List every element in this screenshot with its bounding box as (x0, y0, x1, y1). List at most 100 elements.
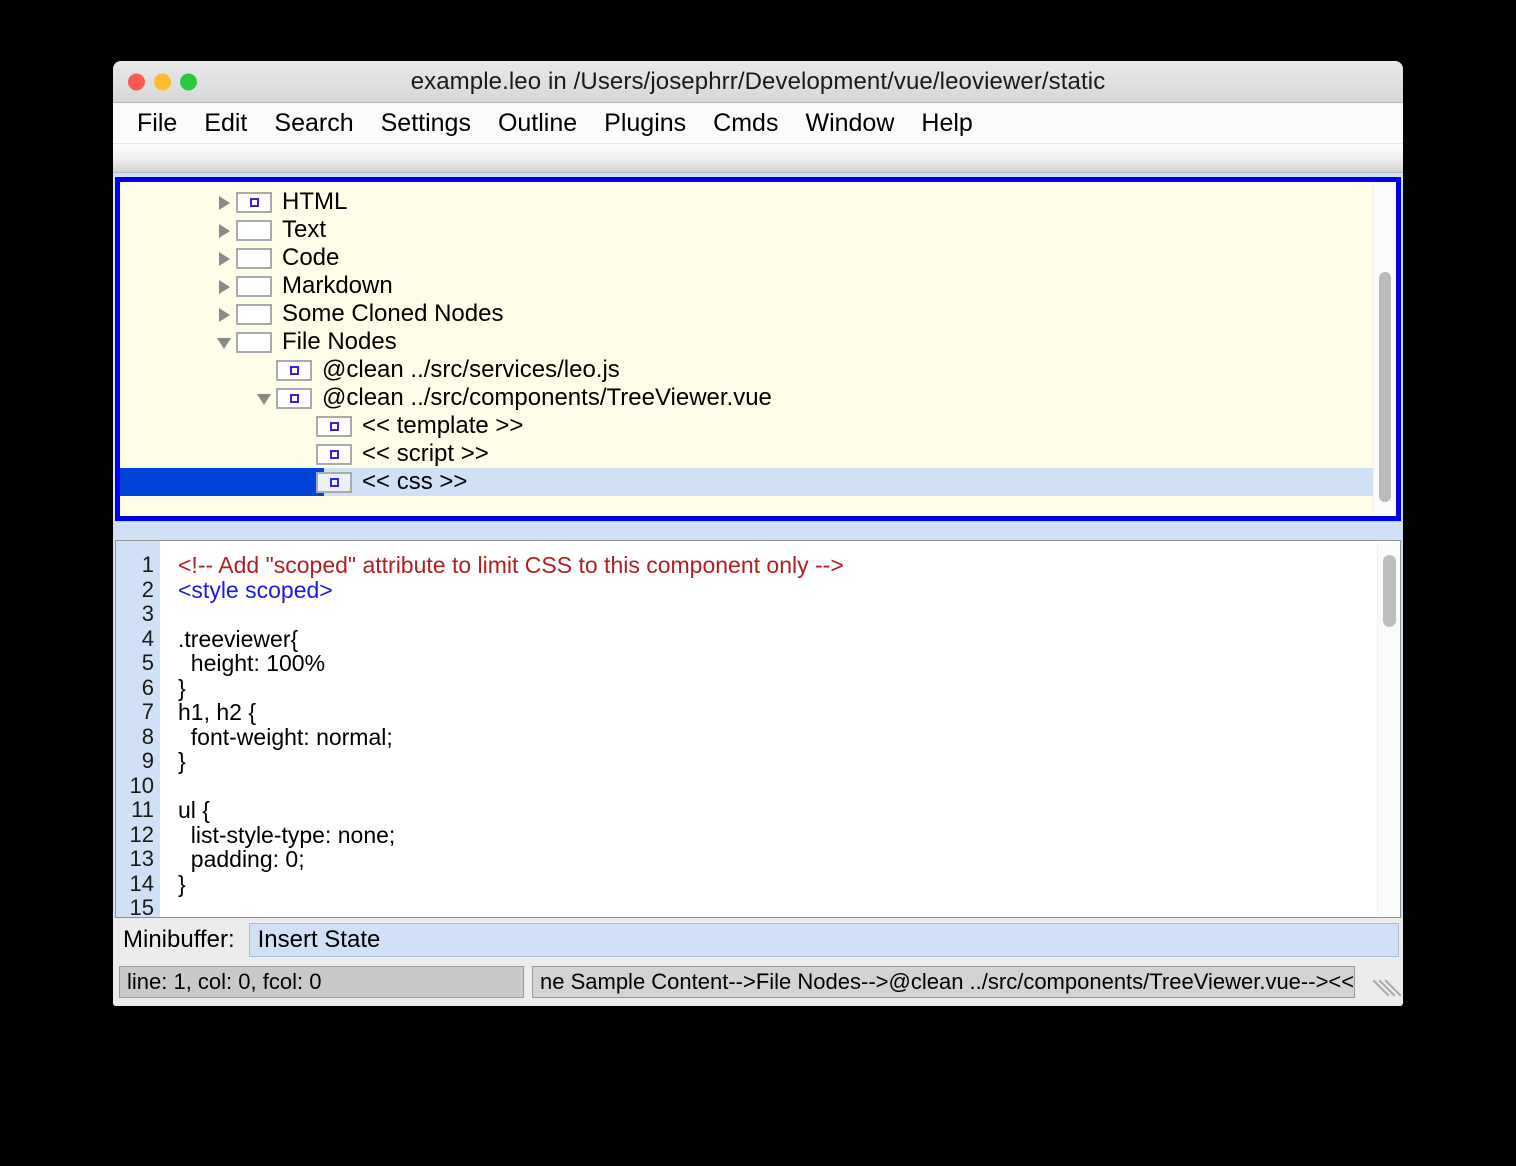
outline-row[interactable]: HTML (120, 188, 1373, 216)
no-expander-icon (296, 412, 316, 440)
code-line: } (178, 676, 1377, 701)
node-status-icon[interactable] (236, 192, 272, 213)
outline-row[interactable]: Markdown (120, 272, 1373, 300)
menu-item-settings[interactable]: Settings (381, 109, 471, 138)
window-controls (128, 73, 197, 90)
outline-row[interactable]: @clean ../src/services/leo.js (120, 356, 1373, 384)
menu-item-cmds[interactable]: Cmds (713, 109, 778, 138)
minibuffer-input[interactable]: Insert State (249, 923, 1399, 957)
chevron-right-icon[interactable] (216, 244, 236, 272)
chevron-right-icon[interactable] (216, 216, 236, 244)
node-status-icon[interactable] (276, 388, 312, 409)
no-expander-icon (256, 356, 276, 384)
node-has-body-marker (290, 394, 299, 403)
code-line: ul { (178, 798, 1377, 823)
line-number: 7 (116, 700, 159, 725)
menu-item-search[interactable]: Search (274, 109, 353, 138)
outline-scrollbar-thumb[interactable] (1379, 272, 1391, 502)
code-line: } (178, 749, 1377, 774)
menu-item-help[interactable]: Help (921, 109, 972, 138)
code-line: padding: 0; (178, 847, 1377, 872)
code-line (178, 602, 1377, 627)
menu-item-window[interactable]: Window (805, 109, 894, 138)
outline-row[interactable]: << script >> (120, 440, 1373, 468)
outline-row[interactable]: @clean ../src/components/TreeViewer.vue (120, 384, 1373, 412)
close-window-icon[interactable] (128, 73, 145, 90)
toolbar-strip (113, 144, 1403, 173)
window-titlebar: example.leo in /Users/josephrr/Developme… (113, 61, 1403, 103)
code-line (178, 896, 1377, 917)
code-line: height: 100% (178, 651, 1377, 676)
window-resize-grip[interactable] (1370, 974, 1396, 1000)
outline-tree-rows: HTMLTextCodeMarkdownSome Cloned NodesFil… (120, 182, 1373, 516)
line-number: 8 (116, 725, 159, 750)
chevron-right-icon[interactable] (216, 272, 236, 300)
status-node-breadcrumb: ne Sample Content-->File Nodes-->@clean … (532, 966, 1355, 998)
outline-row[interactable]: File Nodes (120, 328, 1373, 356)
code-line: } (178, 872, 1377, 897)
leo-editor-window: example.leo in /Users/josephrr/Developme… (113, 61, 1403, 1006)
statusbar: line: 1, col: 0, fcol: 0 ne Sample Conte… (113, 962, 1403, 1006)
code-line: <style scoped> (178, 578, 1377, 603)
outline-row-label: << css >> (362, 468, 467, 496)
node-status-icon[interactable] (236, 332, 272, 353)
menu-item-file[interactable]: File (137, 109, 177, 138)
chevron-down-icon[interactable] (256, 384, 276, 412)
node-status-icon[interactable] (236, 276, 272, 297)
node-status-icon[interactable] (276, 360, 312, 381)
editor-pane-container: 123456789101112131415 <!-- Add "scoped" … (113, 540, 1403, 918)
pane-splitter[interactable] (113, 521, 1403, 540)
node-status-icon[interactable] (316, 444, 352, 465)
outline-row-label: @clean ../src/services/leo.js (322, 356, 620, 384)
menu-item-edit[interactable]: Edit (204, 109, 247, 138)
outline-row-label: HTML (282, 188, 347, 216)
minimize-window-icon[interactable] (154, 73, 171, 90)
line-number: 2 (116, 578, 159, 603)
chevron-right-icon[interactable] (216, 188, 236, 216)
chevron-down-icon[interactable] (216, 328, 236, 356)
status-cursor-position: line: 1, col: 0, fcol: 0 (119, 966, 524, 998)
chevron-right-icon[interactable] (216, 300, 236, 328)
node-has-body-marker (330, 478, 339, 487)
node-status-icon[interactable] (316, 416, 352, 437)
editor-vertical-scrollbar[interactable] (1377, 541, 1400, 917)
outline-row-label: << template >> (362, 412, 523, 440)
main-body: HTMLTextCodeMarkdownSome Cloned NodesFil… (113, 173, 1403, 918)
node-status-icon[interactable] (236, 220, 272, 241)
minibuffer-row: Minibuffer: Insert State (113, 918, 1403, 962)
line-number-gutter: 123456789101112131415 (116, 541, 160, 917)
outline-row[interactable]: << template >> (120, 412, 1373, 440)
node-status-icon[interactable] (316, 472, 352, 493)
outline-row-label: Code (282, 244, 339, 272)
line-number: 11 (116, 798, 159, 823)
node-has-body-marker (330, 422, 339, 431)
outline-row-label: @clean ../src/components/TreeViewer.vue (322, 384, 772, 412)
outline-row-label: << script >> (362, 440, 489, 468)
node-has-body-marker (330, 450, 339, 459)
outline-row[interactable]: << css >> (120, 468, 1373, 496)
line-number: 14 (116, 872, 159, 897)
maximize-window-icon[interactable] (180, 73, 197, 90)
outline-row[interactable]: Code (120, 244, 1373, 272)
outline-vertical-scrollbar[interactable] (1373, 182, 1396, 516)
line-number: 4 (116, 627, 159, 652)
outline-row-label: Text (282, 216, 326, 244)
editor-scrollbar-thumb[interactable] (1383, 555, 1396, 627)
line-number: 15 (116, 896, 159, 917)
menu-item-outline[interactable]: Outline (498, 109, 577, 138)
code-line: .treeviewer{ (178, 627, 1377, 652)
no-expander-icon (296, 468, 316, 496)
outline-row[interactable]: Some Cloned Nodes (120, 300, 1373, 328)
line-number: 3 (116, 602, 159, 627)
code-text-area[interactable]: <!-- Add "scoped" attribute to limit CSS… (160, 541, 1377, 917)
line-number: 13 (116, 847, 159, 872)
node-status-icon[interactable] (236, 248, 272, 269)
node-status-icon[interactable] (236, 304, 272, 325)
outline-row-label: Some Cloned Nodes (282, 300, 503, 328)
outline-row-label: Markdown (282, 272, 393, 300)
body-editor-pane[interactable]: 123456789101112131415 <!-- Add "scoped" … (115, 540, 1401, 918)
outline-tree-pane[interactable]: HTMLTextCodeMarkdownSome Cloned NodesFil… (115, 177, 1401, 521)
outline-selection-block (120, 468, 324, 496)
outline-row[interactable]: Text (120, 216, 1373, 244)
menu-item-plugins[interactable]: Plugins (604, 109, 686, 138)
